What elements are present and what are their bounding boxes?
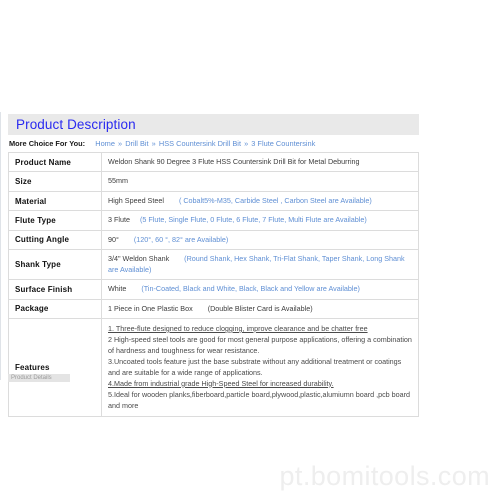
breadcrumb-item-3-flute-countersink[interactable]: 3 Flute Countersink <box>251 139 315 148</box>
table-row: Flute Type 3 Flute (5 Flute, Single Flut… <box>8 210 419 231</box>
features-list: 1. Three-flute designed to reduce cloggi… <box>101 317 419 418</box>
spec-value-note: (Double Blister Card is Available) <box>207 303 313 313</box>
spec-value-text: White <box>108 284 127 294</box>
breadcrumb-item-hss-countersink-drill-bit[interactable]: HSS Countersink Drill Bit <box>159 139 241 148</box>
spec-value-text: 3 Flute <box>108 215 130 225</box>
feature-item: 2 High-speed steel tools are good for mo… <box>108 334 412 355</box>
spec-value-text: 55mm <box>108 176 128 186</box>
table-row: Surface Finish White (Tin-Coated, Black … <box>8 279 419 300</box>
feature-item: 5.Ideal for wooden planks,fiberboard,par… <box>108 389 411 410</box>
left-edge-rule <box>0 112 1 380</box>
spec-value: 3 Flute (5 Flute, Single Flute, 0 Flute,… <box>101 210 419 231</box>
table-row: Size 55mm <box>8 171 419 192</box>
spec-value-text: High Speed Steel <box>108 195 164 205</box>
site-watermark: pt.bomitools.com <box>279 461 490 491</box>
breadcrumb-separator: » <box>244 139 249 148</box>
spec-key: Surface Finish <box>8 279 102 300</box>
spec-value: 90° (120°, 60 °, 82° are Available) <box>101 229 419 251</box>
breadcrumb-item-drill-bit[interactable]: Drill Bit <box>125 139 148 148</box>
spec-value-text: 1 Piece in One Plastic Box <box>108 303 193 313</box>
spec-key: Flute Type <box>8 210 102 231</box>
section-header-bar: Product Description <box>8 114 419 135</box>
table-row: Package 1 Piece in One Plastic Box (Doub… <box>8 298 419 319</box>
spec-key: Material <box>8 190 102 212</box>
spec-value-text: Weldon Shank 90 Degree 3 Flute HSS Count… <box>108 157 360 166</box>
table-row: Product Name Weldon Shank 90 Degree 3 Fl… <box>8 151 419 173</box>
breadcrumb: More Choice For You: Home » Drill Bit » … <box>8 135 419 152</box>
spec-value: 55mm <box>101 171 419 192</box>
truncated-section-tab-label: Product Details <box>11 375 52 381</box>
spec-value: Weldon Shank 90 Degree 3 Flute HSS Count… <box>101 151 419 173</box>
spec-value-text: 90° <box>108 234 119 244</box>
breadcrumb-separator: » <box>118 139 123 148</box>
spec-key: Size <box>8 171 102 192</box>
feature-item: 4.Made from industrial grade High-Speed … <box>108 378 334 388</box>
spec-value: White (Tin-Coated, Black and White, Blac… <box>101 279 419 300</box>
spec-value-note: (Tin-Coated, Black and White, Black, Bla… <box>141 284 360 294</box>
table-row: Cutting Angle 90° (120°, 60 °, 82° are A… <box>8 229 419 251</box>
spec-value-note: ( Cobalt5%-M35, Carbide Steel , Carbon S… <box>178 195 372 205</box>
spec-key: Shank Type <box>8 249 102 281</box>
spec-key: Features <box>8 317 102 418</box>
spec-key: Cutting Angle <box>8 229 102 251</box>
table-row-features: Features 1. Three-flute designed to redu… <box>8 317 419 418</box>
breadcrumb-separator: » <box>151 139 156 148</box>
breadcrumb-item-home[interactable]: Home <box>95 139 115 148</box>
table-row: Material High Speed Steel ( Cobalt5%-M35… <box>8 190 419 212</box>
feature-item: 1. Three-flute designed to reduce cloggi… <box>108 323 368 333</box>
table-row: Shank Type 3/4" Weldon Shank (Round Shan… <box>8 249 419 281</box>
spec-value-text: 3/4" Weldon Shank <box>108 254 170 264</box>
spec-value-note: (120°, 60 °, 82° are Available) <box>133 234 229 244</box>
spec-key: Product Name <box>8 151 102 173</box>
spec-value-note: (5 Flute, Single Flute, 0 Flute, 6 Flute… <box>139 215 367 225</box>
spec-value: 3/4" Weldon Shank (Round Shank, Hex Shan… <box>101 249 419 281</box>
product-description-panel: Product Description More Choice For You:… <box>8 114 419 418</box>
feature-item: 3.Uncoated tools feature just the base s… <box>108 356 402 377</box>
breadcrumb-label: More Choice For You: <box>9 139 86 148</box>
page-title: Product Description <box>16 117 136 132</box>
spec-key: Package <box>8 298 102 319</box>
truncated-section-tab[interactable]: Product Details <box>8 374 70 382</box>
spec-value: High Speed Steel ( Cobalt5%-M35, Carbide… <box>101 190 419 212</box>
spec-value: 1 Piece in One Plastic Box (Double Blist… <box>101 298 419 319</box>
